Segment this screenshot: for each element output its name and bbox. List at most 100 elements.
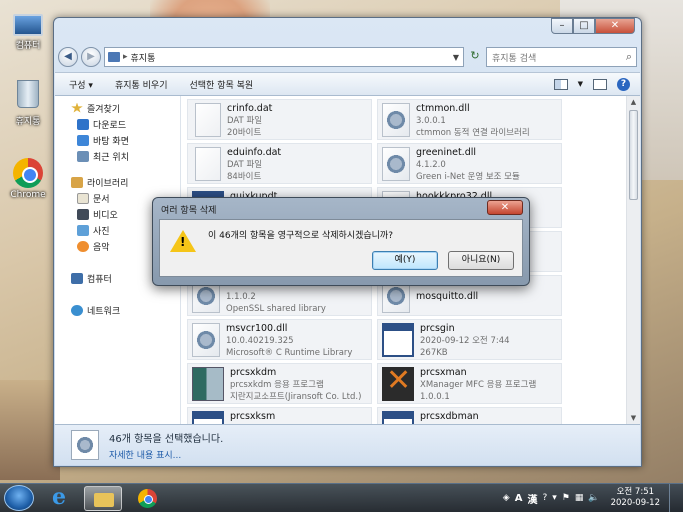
nav-recent[interactable]: 최근 위치 (55, 148, 180, 164)
taskbar-explorer[interactable] (84, 485, 122, 511)
delete-confirm-dialog: 여러 항목 삭제 ✕ ! 이 46개의 항목을 영구적으로 삭제하시겠습니까? … (152, 197, 530, 286)
scroll-down-icon[interactable]: ▼ (627, 412, 640, 424)
clock[interactable]: 오전 7:51 2020-09-12 (611, 487, 660, 509)
file-name: prcsxdbman (420, 411, 479, 422)
address-bar[interactable]: ▸ 휴지통 ▼ (104, 47, 464, 67)
dialog-body: ! 이 46개의 항목을 영구적으로 삭제하시겠습니까? 예(Y) 아니요(N) (159, 219, 523, 277)
chevron-down-icon[interactable]: ▼ (578, 80, 583, 88)
taskbar-internet-explorer[interactable] (40, 484, 78, 511)
scroll-up-icon[interactable]: ▲ (627, 96, 640, 108)
videos-icon (77, 208, 89, 220)
desktop-icon-computer[interactable]: 컴퓨터 (4, 10, 52, 51)
ime-help-icon[interactable]: ? (542, 493, 547, 503)
restore-selected-button[interactable]: 선택한 항목 복원 (190, 78, 254, 91)
desktop-icon-chrome[interactable]: Chrome (4, 158, 52, 200)
desktop-icon (77, 134, 89, 146)
file-tile[interactable]: ctmmon.dll 3.0.0.1 ctmmon 동적 연결 라이브러리 (377, 99, 562, 140)
file-size: 20바이트 (227, 128, 262, 138)
nav-label: 바탕 화면 (93, 136, 129, 147)
no-button[interactable]: 아니요(N) (448, 251, 514, 270)
file-version: 3.0.0.1 (416, 116, 446, 126)
file-tile[interactable]: prcsxman XManager MFC 응용 프로그램 1.0.0.1 (377, 363, 562, 404)
prcs-app-icon (192, 367, 224, 401)
organize-button[interactable]: 구성 ▾ (69, 78, 93, 91)
network-icon[interactable]: ▦ (575, 493, 584, 503)
empty-recycle-bin-button[interactable]: 휴지통 비우기 (115, 78, 168, 91)
file-tile[interactable]: greeninet.dll 4.1.2.0 Green i-Net 운영 보조 모듈 (377, 143, 562, 184)
show-details-link[interactable]: 자세한 내용 표시... (109, 448, 223, 461)
multiple-items-icon (71, 430, 99, 460)
recycle-bin-icon (108, 52, 120, 62)
warning-icon-mark: ! (180, 235, 186, 249)
tray-flag-icon[interactable]: ⚑ (562, 493, 570, 503)
vertical-scrollbar[interactable]: ▲ ▼ (626, 96, 640, 424)
app-window-icon (382, 411, 414, 424)
nav-label: 네트워크 (87, 306, 121, 317)
ime-mode-indicator[interactable]: A (515, 493, 523, 504)
nav-libraries[interactable]: 라이브러리 (55, 174, 180, 190)
file-name: eduinfo.dat (227, 147, 282, 158)
file-tile[interactable]: crinfo.dat DAT 파일 20바이트 (187, 99, 372, 140)
close-button[interactable]: ✕ (595, 18, 635, 34)
breadcrumb-separator: ▸ (123, 52, 128, 62)
volume-icon[interactable]: 🔈 (588, 493, 599, 503)
ime-hanja-indicator[interactable]: 漢 (527, 491, 537, 506)
command-bar: 구성 ▾ 휴지통 비우기 선택한 항목 복원 ▼ ? (55, 72, 640, 96)
file-tile[interactable]: prcsxksm (187, 407, 372, 424)
file-tile[interactable]: prcsxkdm prcsxkdm 응용 프로그램 지란지교소프트(Jiransof… (187, 363, 372, 404)
desktop-icon-label: 컴퓨터 (15, 41, 41, 51)
chevron-down-icon[interactable]: ▼ (449, 53, 463, 62)
help-icon[interactable]: ? (617, 77, 630, 91)
file-tile[interactable]: prcsgin 2020-09-12 오전 7:44 267KB (377, 319, 562, 360)
show-desktop-button[interactable] (669, 483, 677, 512)
view-options-icon[interactable] (553, 78, 568, 90)
nav-desktop[interactable]: 바탕 화면 (55, 132, 180, 148)
dll-gear-icon (192, 323, 220, 357)
recycle-bin-icon (17, 80, 39, 108)
file-description: ctmmon 동적 연결 라이브러리 (416, 128, 530, 138)
file-name: prcsxman (420, 367, 467, 378)
nav-downloads[interactable]: 다운로드 (55, 116, 180, 132)
forward-button[interactable]: ▶ (81, 47, 101, 67)
preview-pane-icon[interactable] (593, 78, 607, 90)
dll-gear-icon (382, 147, 410, 181)
downloads-icon (77, 118, 89, 130)
file-name: prcsgin (420, 323, 455, 334)
nav-favorites[interactable]: 즐겨찾기 (55, 100, 180, 116)
library-icon (71, 176, 83, 188)
music-icon (77, 240, 89, 252)
search-icon[interactable]: ⌕ (626, 50, 632, 64)
ime-tool-icon[interactable]: ◈ (503, 493, 510, 503)
taskbar-chrome[interactable] (128, 486, 166, 511)
file-icon (195, 147, 221, 181)
nav-label: 사진 (93, 226, 110, 237)
file-tile[interactable]: msvcr100.dll 10.0.40219.325 Microsoft® C R… (187, 319, 372, 360)
file-tile[interactable]: eduinfo.dat DAT 파일 84바이트 (187, 143, 372, 184)
file-description: OpenSSL shared library (226, 304, 326, 314)
search-input[interactable]: 휴지통 검색 ⌕ (486, 47, 637, 67)
maximize-button[interactable]: □ (573, 18, 595, 34)
refresh-icon[interactable]: ↻ (467, 47, 483, 67)
file-tile[interactable]: prcsxdbman (377, 407, 562, 424)
file-date: 2020-09-12 오전 7:44 (420, 336, 510, 346)
file-name: mosquitto.dll (416, 291, 479, 302)
minimize-button[interactable]: – (551, 18, 573, 34)
nav-network[interactable]: 네트워크 (55, 302, 180, 318)
system-tray: ◈ A 漢 ? ▾ ⚑ ▦ 🔈 오전 7:51 2020-09-12 (503, 483, 677, 512)
back-button[interactable]: ◀ (58, 47, 78, 67)
file-description: Green i-Net 운영 보조 모듈 (416, 172, 520, 182)
search-placeholder: 휴지통 검색 (492, 53, 537, 64)
file-name: crinfo.dat (227, 103, 273, 114)
desktop-icon-recycle-bin[interactable]: 휴지통 (4, 80, 52, 127)
file-name: prcsxksm (230, 411, 276, 422)
file-company: 지란지교소프트(Jiransoft Co. Ltd.) (230, 392, 362, 402)
nav-label: 컴퓨터 (87, 274, 112, 285)
yes-button[interactable]: 예(Y) (372, 251, 438, 270)
start-button[interactable] (4, 485, 34, 511)
breadcrumb[interactable]: 휴지통 (131, 51, 156, 64)
dialog-title: 여러 항목 삭제 (161, 206, 217, 216)
nav-label: 최근 위치 (93, 152, 129, 163)
ime-settings-icon[interactable]: ▾ (552, 493, 557, 503)
scrollbar-thumb[interactable] (629, 110, 638, 200)
dialog-close-button[interactable]: ✕ (487, 200, 523, 215)
